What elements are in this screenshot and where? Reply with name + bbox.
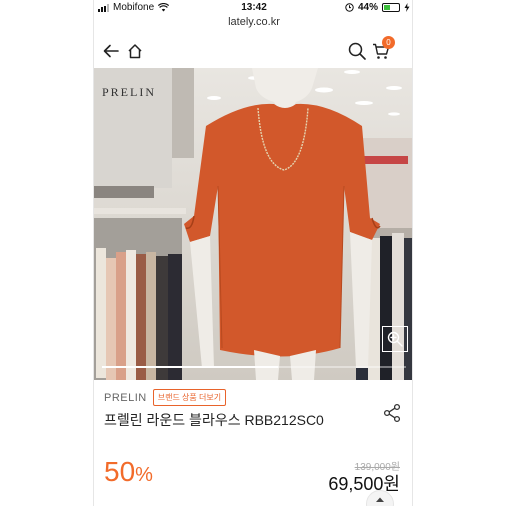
brand-name[interactable]: PRELIN: [104, 392, 147, 404]
battery-percent: 44%: [357, 2, 378, 13]
chevron-up-icon: [376, 497, 384, 502]
sale-price: 69,500원: [328, 474, 400, 494]
alarm-icon: [345, 3, 354, 12]
image-slide-progress-fill: [102, 366, 279, 368]
search-button[interactable]: [346, 40, 368, 62]
status-right: 44%: [345, 2, 410, 13]
brand-more-button[interactable]: 브랜드 상품 더보기: [152, 389, 227, 406]
status-bar: Mobifone 13:42 44%: [94, 0, 412, 16]
back-arrow-icon: [103, 44, 119, 58]
brand-row: PRELIN 브랜드 상품 더보기: [104, 389, 227, 406]
share-icon: [383, 403, 401, 423]
address-bar[interactable]: lately.co.kr: [94, 16, 412, 34]
product-photo: PRELIN: [94, 68, 412, 380]
store-sign: PRELIN: [102, 85, 156, 99]
image-slide-progress: [102, 366, 406, 368]
home-icon: [128, 44, 142, 59]
battery-icon: [382, 3, 400, 12]
cart-button[interactable]: 0: [370, 36, 395, 62]
search-icon: [348, 42, 366, 60]
share-button[interactable]: [382, 403, 402, 423]
cart-count-badge: 0: [382, 36, 395, 49]
discount-unit: %: [135, 464, 153, 486]
product-title: 프렐린 라운드 블라우스 RBB212SC0: [104, 412, 324, 428]
top-navigation: 0: [94, 36, 412, 66]
discount-rate: 50%: [104, 456, 153, 488]
back-button[interactable]: [100, 40, 122, 62]
zoom-button[interactable]: [382, 326, 408, 352]
product-image[interactable]: PRELIN: [94, 68, 412, 380]
phone-frame: Mobifone 13:42 44% lately.co.kr 0 PRELIN…: [93, 0, 413, 506]
home-button[interactable]: [124, 40, 146, 62]
zoom-in-icon: [387, 331, 403, 347]
charging-icon: [404, 3, 410, 12]
discount-value: 50: [104, 456, 136, 487]
